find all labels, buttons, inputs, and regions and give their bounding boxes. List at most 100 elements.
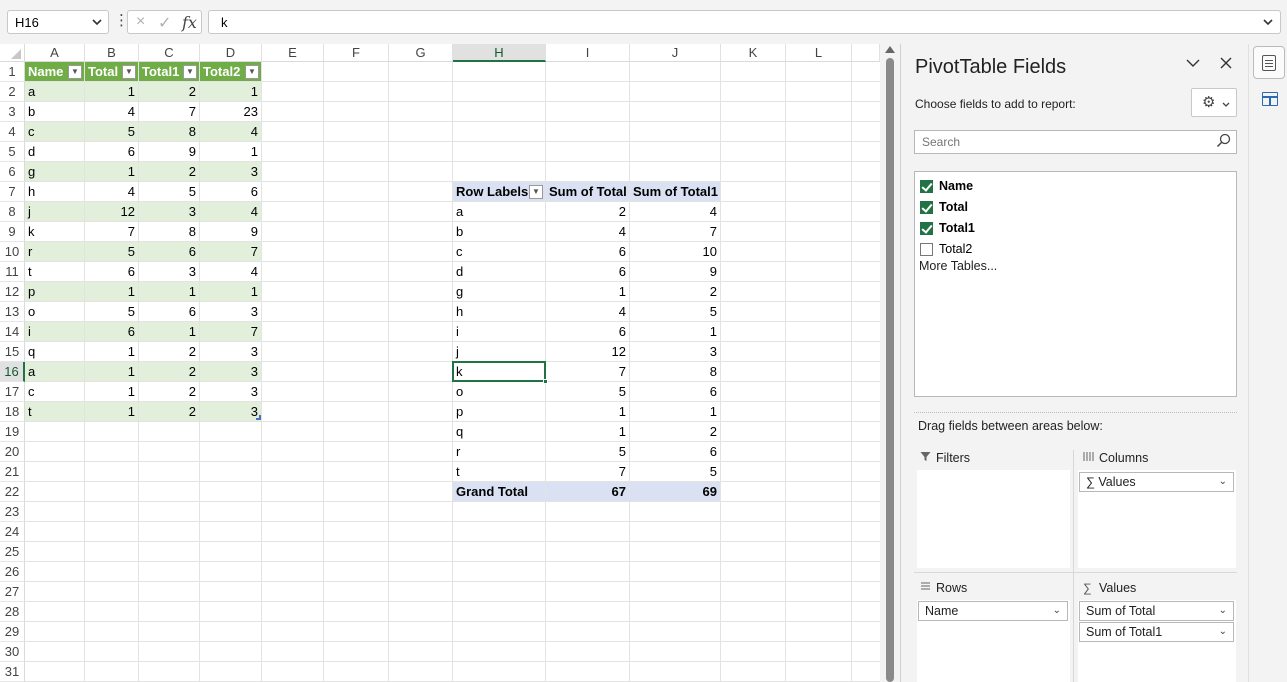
row-header-28[interactable]: 28 <box>0 602 25 622</box>
pivot-cell[interactable]: 6 <box>546 322 629 341</box>
row-header-23[interactable]: 23 <box>0 502 25 522</box>
pivot-header-cell[interactable]: Sum of Total1 <box>630 182 720 201</box>
values-sum-total1-chip[interactable]: Sum of Total1 ⌄ <box>1079 622 1234 642</box>
table-cell[interactable]: 2 <box>139 162 199 181</box>
pivot-header-cell[interactable]: Sum of Total <box>546 182 629 201</box>
pivot-cell[interactable]: 10 <box>630 242 720 261</box>
table-cell[interactable]: 4 <box>85 182 138 201</box>
row-header-20[interactable]: 20 <box>0 442 25 462</box>
table-cell[interactable]: 5 <box>85 242 138 261</box>
table-cell[interactable]: 3 <box>200 382 261 401</box>
row-header-27[interactable]: 27 <box>0 582 25 602</box>
table-cell[interactable]: o <box>25 302 84 321</box>
column-header-i[interactable]: I <box>546 44 630 62</box>
row-header-18[interactable]: 18 <box>0 402 25 422</box>
table-header-cell[interactable]: Total2 ▼ <box>200 62 261 81</box>
table-cell[interactable]: 6 <box>139 242 199 261</box>
pivot-cell[interactable]: 12 <box>546 342 629 361</box>
name-box[interactable]: H16 <box>7 10 109 34</box>
table-cell[interactable]: 3 <box>200 362 261 381</box>
row-header-17[interactable]: 17 <box>0 382 25 402</box>
table-cell[interactable]: t <box>25 402 84 421</box>
pivot-cell[interactable]: d <box>453 262 545 281</box>
table-cell[interactable]: 2 <box>139 362 199 381</box>
row-header-29[interactable]: 29 <box>0 622 25 642</box>
table-cell[interactable]: 1 <box>85 162 138 181</box>
expand-formula-icon[interactable] <box>1262 15 1274 32</box>
pivot-cell[interactable]: 6 <box>630 382 720 401</box>
pivot-cell[interactable]: 2 <box>546 202 629 221</box>
column-header-d[interactable]: D <box>200 44 262 62</box>
search-icon[interactable] <box>1216 133 1231 152</box>
pivot-cell[interactable]: r <box>453 442 545 461</box>
values-drop-area[interactable]: Sum of Total ⌄ Sum of Total1 ⌄ <box>1078 600 1236 682</box>
filter-dropdown-icon[interactable]: ▼ <box>183 65 197 79</box>
pivot-cell[interactable]: j <box>453 342 545 361</box>
more-tables-link[interactable]: More Tables... <box>919 259 997 273</box>
pivot-cell[interactable]: 1 <box>546 402 629 421</box>
scroll-thumb[interactable] <box>886 58 894 682</box>
pivot-cell[interactable]: 2 <box>630 422 720 441</box>
pivot-cell[interactable]: 5 <box>630 302 720 321</box>
search-input[interactable] <box>915 131 1205 153</box>
formula-input[interactable]: k <box>208 10 1281 34</box>
fill-handle[interactable] <box>543 379 548 384</box>
table-cell[interactable]: 2 <box>139 342 199 361</box>
row-header-16[interactable]: 16 <box>0 362 25 382</box>
row-header-30[interactable]: 30 <box>0 642 25 662</box>
table-cell[interactable]: g <box>25 162 84 181</box>
column-header-f[interactable]: F <box>324 44 389 62</box>
row-header-4[interactable]: 4 <box>0 122 25 142</box>
chevron-down-icon[interactable]: ⌄ <box>1053 602 1061 620</box>
cancel-icon[interactable]: × <box>136 13 145 31</box>
table-cell[interactable]: 8 <box>139 122 199 141</box>
columns-values-chip[interactable]: ∑ Values ⌄ <box>1079 472 1234 492</box>
pivot-header-cell[interactable]: Row Labels ▼ <box>453 182 545 201</box>
pivot-cell[interactable]: 1 <box>546 422 629 441</box>
row-header-5[interactable]: 5 <box>0 142 25 162</box>
table-cell[interactable]: t <box>25 262 84 281</box>
columns-drop-area[interactable]: ∑ Values ⌄ <box>1078 470 1236 568</box>
pivot-cell[interactable]: 7 <box>546 362 629 381</box>
table-cell[interactable]: 4 <box>85 102 138 121</box>
pivot-cell[interactable]: 5 <box>630 462 720 481</box>
divider[interactable] <box>914 412 1237 413</box>
table-cell[interactable]: 1 <box>139 322 199 341</box>
table-cell[interactable]: r <box>25 242 84 261</box>
table-cell[interactable]: 9 <box>200 222 261 241</box>
row-header-13[interactable]: 13 <box>0 302 25 322</box>
table-cell[interactable]: 3 <box>200 162 261 181</box>
table-cell[interactable]: d <box>25 142 84 161</box>
checkbox-icon[interactable] <box>920 243 933 256</box>
table-cell[interactable]: c <box>25 382 84 401</box>
column-header-extra[interactable] <box>852 44 880 62</box>
more-options-icon[interactable]: ⋮ <box>114 12 129 30</box>
pivot-cell[interactable]: o <box>453 382 545 401</box>
row-header-19[interactable]: 19 <box>0 422 25 442</box>
table-cell[interactable]: 4 <box>200 202 261 221</box>
table-cell[interactable]: h <box>25 182 84 201</box>
pivot-grand-total-cell[interactable]: 67 <box>546 482 629 501</box>
row-header-12[interactable]: 12 <box>0 282 25 302</box>
table-cell[interactable]: 1 <box>200 142 261 161</box>
row-header-3[interactable]: 3 <box>0 102 25 122</box>
table-cell[interactable]: 1 <box>85 382 138 401</box>
table-cell[interactable]: a <box>25 82 84 101</box>
table-cell[interactable]: 4 <box>200 122 261 141</box>
table-header-cell[interactable]: Name ▼ <box>25 62 84 81</box>
table-cell[interactable]: 1 <box>85 282 138 301</box>
column-header-b[interactable]: B <box>85 44 139 62</box>
pivot-cell[interactable]: g <box>453 282 545 301</box>
worksheet-grid[interactable]: A B C D E F G H I J K L 1 2 3 4 5 6 7 8 9 10 11 12 13 14 15 16 17 18 1… <box>0 44 880 682</box>
table-cell[interactable]: 8 <box>139 222 199 241</box>
table-cell[interactable]: 3 <box>139 262 199 281</box>
filter-dropdown-icon[interactable]: ▼ <box>68 65 82 79</box>
table-cell[interactable]: 1 <box>85 362 138 381</box>
table-cell[interactable]: 1 <box>85 82 138 101</box>
table-cell[interactable]: 4 <box>200 262 261 281</box>
pivot-cell[interactable]: 9 <box>630 262 720 281</box>
values-sum-total-chip[interactable]: Sum of Total ⌄ <box>1079 601 1234 621</box>
pivot-cell[interactable]: 7 <box>546 462 629 481</box>
column-header-j[interactable]: J <box>630 44 721 62</box>
table-cell[interactable]: 1 <box>85 402 138 421</box>
